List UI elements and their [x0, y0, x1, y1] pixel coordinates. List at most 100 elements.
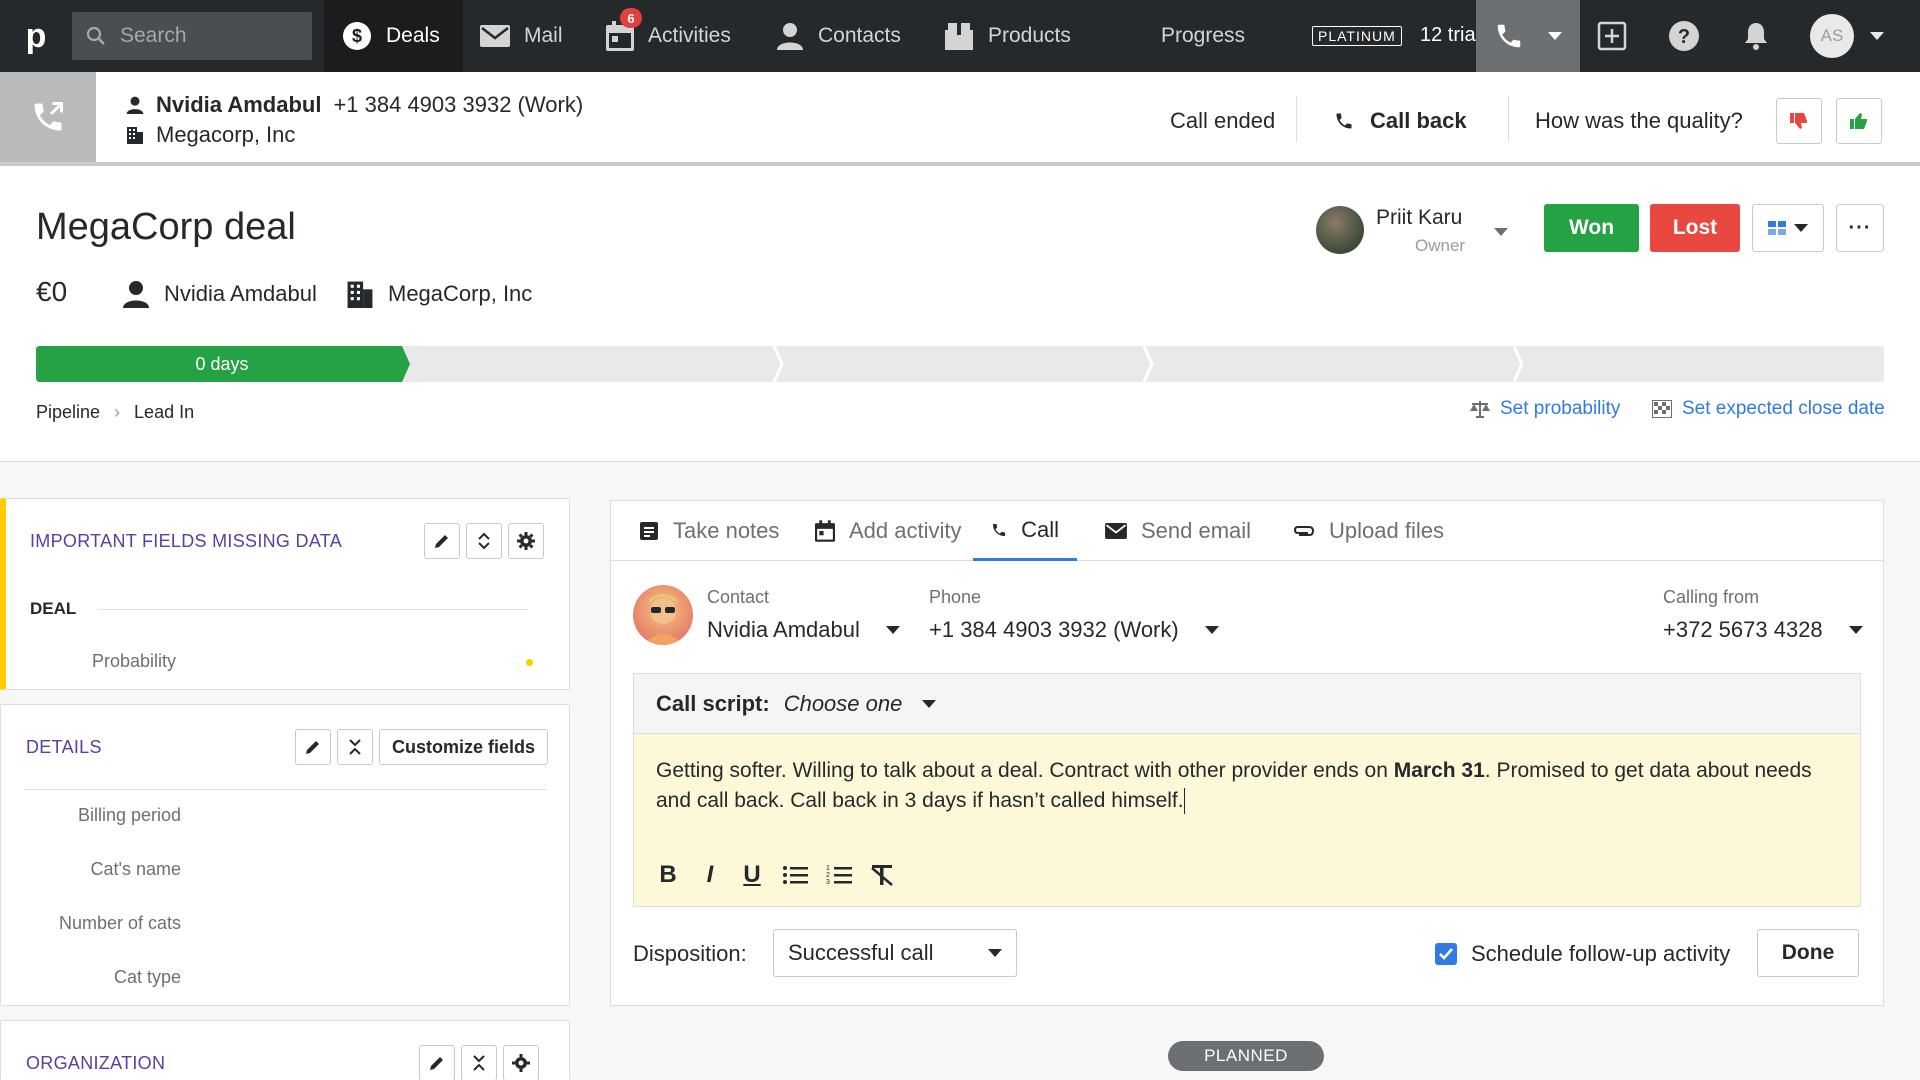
thumbs-up-button[interactable] — [1836, 98, 1882, 144]
italic-icon[interactable]: I — [698, 860, 722, 890]
deal-title[interactable]: MegaCorp deal — [36, 206, 296, 249]
owner-chevron-down-icon[interactable] — [1494, 228, 1508, 236]
field-cat-type[interactable]: Cat type — [114, 967, 181, 988]
view-switch-button[interactable] — [1752, 204, 1824, 252]
call-back-button[interactable]: Call back — [1334, 108, 1467, 134]
thumbs-down-button[interactable] — [1776, 98, 1822, 144]
contact-select[interactable]: Nvidia Amdabul — [707, 617, 900, 643]
nav-products[interactable]: Products — [926, 0, 1089, 72]
edit-button[interactable] — [424, 523, 460, 559]
call-script-value: Choose one — [783, 690, 903, 716]
activities-badge: 6 — [620, 8, 642, 28]
bullet-list-icon[interactable] — [782, 864, 808, 886]
calling-from-value: +372 5673 4328 — [1663, 617, 1823, 642]
search-input[interactable]: Search — [72, 12, 312, 60]
calendar-icon — [815, 520, 835, 542]
thumbs-up-icon — [1850, 113, 1867, 129]
done-button[interactable]: Done — [1757, 929, 1859, 977]
field-cats-name[interactable]: Cat's name — [91, 859, 181, 880]
chevron-down-icon — [1204, 626, 1219, 634]
tab-take-notes[interactable]: Take notes — [621, 501, 797, 561]
user-menu-chevron-icon[interactable] — [1870, 32, 1884, 40]
followup-checkbox[interactable] — [1435, 943, 1457, 965]
call-notes-textarea[interactable]: Getting softer. Willing to talk about a … — [634, 734, 1860, 906]
deal-organization[interactable]: MegaCorp, Inc — [346, 280, 532, 308]
collapse-button[interactable] — [461, 1045, 497, 1080]
section-heading: DEAL — [30, 599, 77, 618]
note-text-bold: March 31 — [1393, 759, 1485, 782]
deal-value[interactable]: €0 — [36, 276, 67, 308]
mail-icon — [480, 25, 510, 47]
phone-select[interactable]: +1 384 4903 3932 (Work) — [929, 617, 1219, 643]
divider — [25, 789, 547, 790]
edit-button[interactable] — [295, 729, 331, 765]
chevron-down-icon — [988, 949, 1002, 957]
bold-icon[interactable]: B — [656, 860, 680, 890]
help-button[interactable]: ? — [1648, 0, 1720, 72]
set-close-date-link[interactable]: Set expected close date — [1652, 398, 1885, 420]
customize-fields-button[interactable]: Customize fields — [379, 729, 549, 765]
nav-deals[interactable]: $ Deals — [324, 0, 463, 72]
nav-activities[interactable]: 6 Activities — [588, 0, 749, 72]
tab-send-email[interactable]: Send email — [1087, 501, 1269, 561]
notifications-button[interactable] — [1720, 0, 1792, 72]
breadcrumb-stage[interactable]: Lead In — [134, 402, 194, 423]
dollar-circle-icon: $ — [343, 22, 371, 50]
breadcrumb-pipeline[interactable]: Pipeline — [36, 402, 100, 423]
set-probability-label: Set probability — [1500, 398, 1621, 419]
tab-send-email-label: Send email — [1141, 518, 1252, 543]
underline-icon[interactable]: U — [740, 860, 764, 890]
settings-button[interactable] — [508, 523, 544, 559]
deal-person[interactable]: Nvidia Amdabul — [122, 280, 317, 308]
field-billing-period[interactable]: Billing period — [78, 805, 181, 826]
caller-name[interactable]: Nvidia Amdabul — [156, 92, 321, 118]
owner-avatar[interactable] — [1316, 206, 1364, 254]
search-placeholder: Search — [120, 24, 187, 47]
tab-upload-files[interactable]: Upload files — [1275, 501, 1462, 561]
owner-name[interactable]: Priit Karu — [1376, 206, 1462, 230]
phone-label: Phone — [929, 587, 982, 607]
caller-org-name[interactable]: Megacorp, Inc — [156, 122, 295, 148]
followup-label[interactable]: Schedule follow-up activity — [1471, 941, 1730, 967]
nav-contacts[interactable]: Contacts — [758, 0, 919, 72]
building-icon — [127, 127, 143, 144]
quick-add-button[interactable] — [1576, 0, 1648, 72]
expand-icon — [478, 532, 490, 550]
won-button[interactable]: Won — [1544, 204, 1639, 252]
activity-tabs: Take notes Add activity Call Send email … — [611, 501, 1883, 561]
tab-call[interactable]: Call — [973, 501, 1077, 561]
numbered-list-icon[interactable]: 123 — [826, 864, 852, 886]
edit-button[interactable] — [419, 1045, 455, 1080]
call-script-header[interactable]: Call script: Choose one — [634, 674, 1860, 734]
tab-add-activity[interactable]: Add activity — [797, 501, 980, 561]
app-logo[interactable]: p — [0, 0, 72, 72]
trial-text[interactable]: 12 trial — [1420, 24, 1476, 47]
phone-menu-button[interactable] — [1476, 0, 1580, 72]
caller-info: Nvidia Amdabul +1 384 4903 3932 (Work) — [126, 92, 583, 118]
collapse-button[interactable] — [337, 729, 373, 765]
contact-value: Nvidia Amdabul — [707, 617, 860, 642]
svg-text:2: 2 — [826, 872, 830, 879]
settings-button[interactable] — [503, 1045, 539, 1080]
clear-formatting-icon[interactable] — [870, 864, 896, 886]
missing-data-dot — [526, 659, 533, 666]
lost-button[interactable]: Lost — [1650, 204, 1740, 252]
nav-mail[interactable]: Mail — [462, 0, 581, 72]
calling-from-select[interactable]: +372 5673 4328 — [1663, 617, 1863, 643]
svg-text:1: 1 — [826, 865, 830, 872]
set-probability-link[interactable]: Set probability — [1470, 398, 1620, 420]
field-probability[interactable]: Probability — [92, 651, 176, 672]
contact-avatar — [633, 585, 693, 645]
nav-progress[interactable]: Progress — [1143, 0, 1263, 72]
stage-days-label[interactable]: 0 days — [36, 346, 408, 382]
more-actions-button[interactable]: ··· — [1836, 204, 1884, 252]
user-avatar[interactable]: AS — [1810, 14, 1854, 58]
call-back-label: Call back — [1370, 108, 1467, 133]
expand-collapse-button[interactable] — [466, 523, 502, 559]
call-status-button[interactable] — [0, 72, 96, 162]
disposition-select[interactable]: Successful call — [773, 929, 1017, 977]
field-number-of-cats[interactable]: Number of cats — [59, 913, 181, 934]
building-icon — [347, 281, 373, 308]
chevron-right-icon: › — [114, 402, 121, 422]
chevron-down-icon — [1548, 32, 1562, 40]
